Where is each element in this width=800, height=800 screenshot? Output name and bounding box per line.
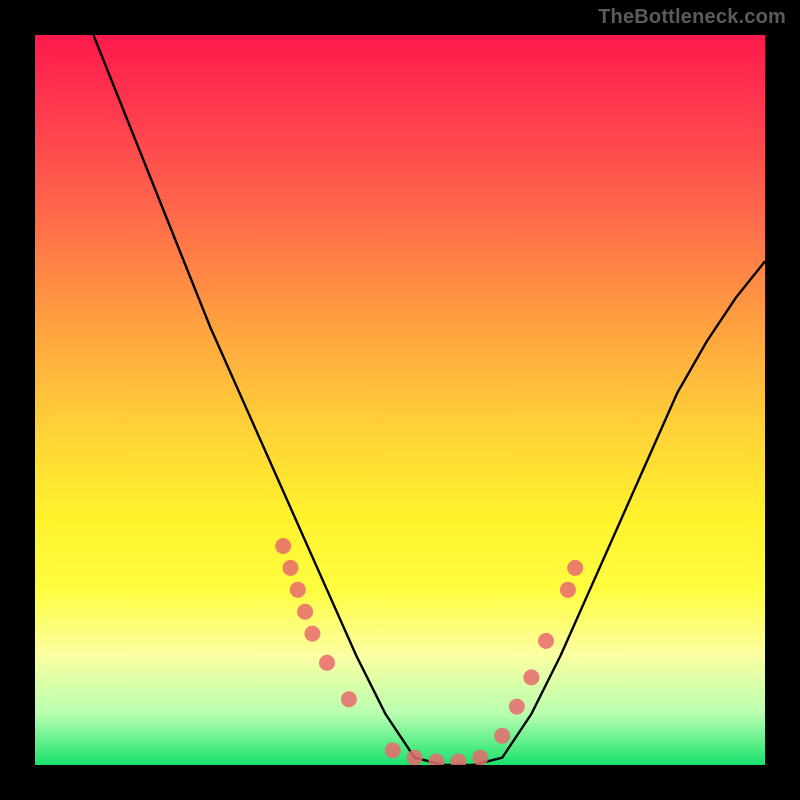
marker-dot: [283, 560, 299, 576]
marker-dot: [523, 669, 539, 685]
curve-layer: [35, 35, 765, 765]
chart-frame: TheBottleneck.com: [0, 0, 800, 800]
bottleneck-curve: [93, 35, 765, 765]
plot-area: [35, 35, 765, 765]
marker-dot: [319, 655, 335, 671]
marker-dot: [509, 699, 525, 715]
marker-dot: [429, 753, 445, 765]
marker-dot: [275, 538, 291, 554]
marker-dot: [450, 753, 466, 765]
marker-dot: [560, 582, 576, 598]
marker-dot: [494, 728, 510, 744]
marker-dot: [297, 604, 313, 620]
marker-dot: [567, 560, 583, 576]
marker-dot: [290, 582, 306, 598]
watermark-text: TheBottleneck.com: [598, 6, 786, 29]
marker-dot: [538, 633, 554, 649]
marker-dot: [385, 742, 401, 758]
marker-dot: [341, 691, 357, 707]
marker-dot: [304, 626, 320, 642]
marker-dot: [407, 750, 423, 765]
marker-group: [275, 538, 583, 765]
marker-dot: [472, 750, 488, 765]
